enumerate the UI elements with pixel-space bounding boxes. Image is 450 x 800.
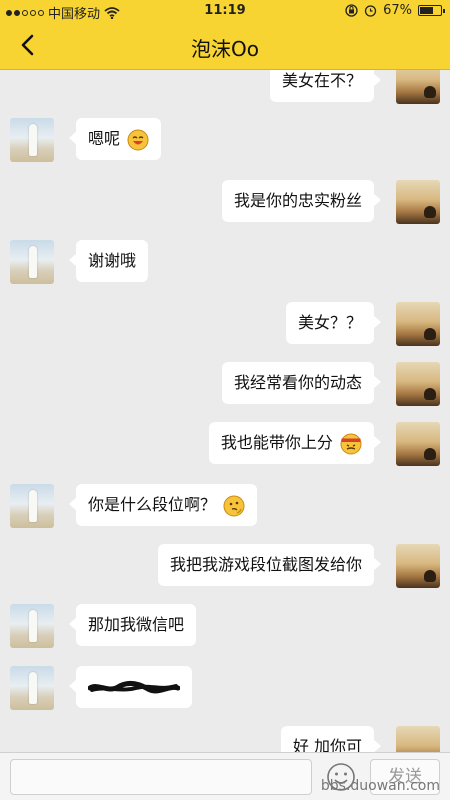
my-avatar[interactable] [396,70,440,104]
message-bubble[interactable]: 你是什么段位啊？ [68,484,258,526]
contact-avatar[interactable] [10,484,54,528]
my-avatar[interactable] [396,302,440,346]
message-bubble[interactable] [69,666,192,708]
message-text: 好 加你可 [292,737,362,752]
message-bubble[interactable]: 美女？？ [285,302,382,344]
grinning-emoji-icon [127,129,149,150]
message-text: 嗯呢 [88,129,121,148]
message-bubble[interactable]: 嗯呢 [68,118,162,160]
my-avatar[interactable] [396,362,440,406]
my-avatar[interactable] [396,726,440,752]
message-text: 我也能带你上分 [220,433,333,452]
message-bubble[interactable]: 我把我游戏段位截图发给你 [157,544,382,586]
message-text: 谢谢哦 [88,251,137,270]
battery-icon [418,5,445,16]
message-bubble[interactable]: 我也能带你上分 [208,422,382,464]
message-text: 我把我游戏段位截图发给你 [169,555,362,574]
message-text: 美女在不？ [281,71,362,90]
chat-title: 泡沫Oo [191,37,259,61]
message-bubble[interactable]: 那加我微信吧 [68,604,197,646]
contact-avatar[interactable] [10,240,54,284]
message-bubble[interactable]: 谢谢哦 [68,240,149,282]
status-bar: 中国移动 11:19 67% [0,0,450,22]
message-text: 美女？？ [297,313,362,332]
message-text: 我是你的忠实粉丝 [233,191,362,210]
contact-avatar[interactable] [10,604,54,648]
thinking-emoji-icon [223,495,245,516]
message-input[interactable] [10,759,312,795]
message-text: 你是什么段位啊？ [88,495,217,514]
message-bubble[interactable]: 美女在不？ [269,70,382,102]
message-bubble[interactable]: 好 加你可 [280,726,382,752]
contact-avatar[interactable] [10,118,54,162]
rotation-lock-icon [345,4,358,17]
my-avatar[interactable] [396,544,440,588]
status-right: 67% [345,3,445,18]
my-avatar[interactable] [396,422,440,466]
battery-percent: 67% [383,3,412,18]
message-text: 那加我微信吧 [88,615,185,634]
headband-emoji-icon [340,433,362,454]
message-text: 我经常看你的动态 [233,373,362,392]
message-bubble[interactable]: 我是你的忠实粉丝 [221,180,382,222]
redaction-scribble-icon [88,680,180,693]
my-avatar[interactable] [396,180,440,224]
chat-history[interactable]: 美女在不？ 嗯呢 我是你的忠实粉丝 谢谢哦 美女？？ 我经常看你的动态 我也能带… [0,70,450,752]
alarm-icon [364,5,377,17]
watermark-text: bbs.duowan.com [320,778,440,794]
contact-avatar[interactable] [10,666,54,710]
nav-bar: 泡沫Oo [0,22,450,70]
message-bubble[interactable]: 我经常看你的动态 [221,362,382,404]
